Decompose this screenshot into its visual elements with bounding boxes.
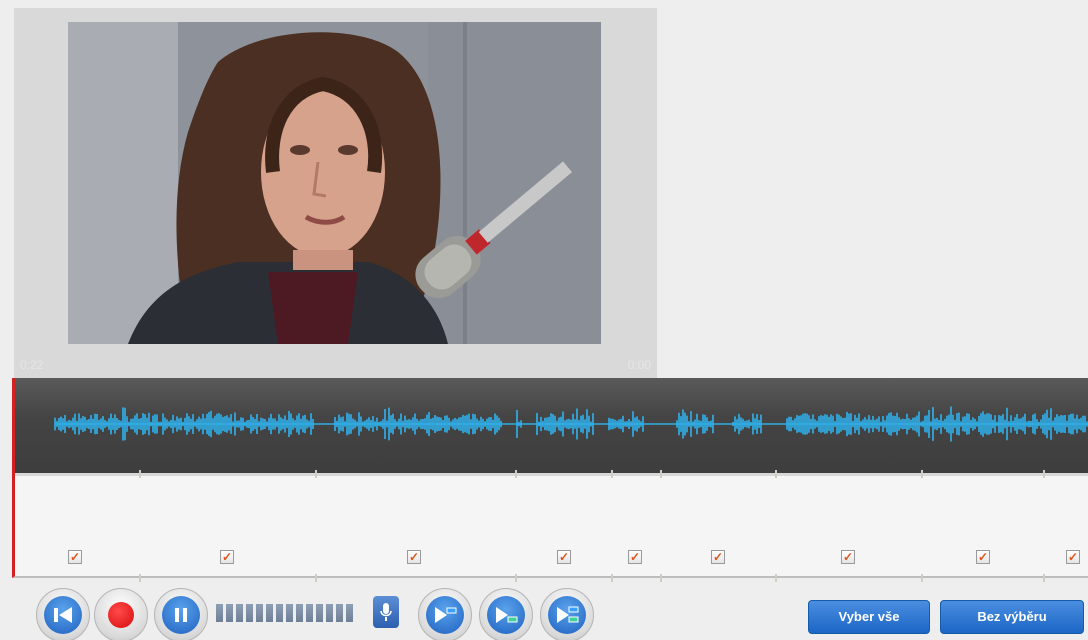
deselect-all-button[interactable]: Bez výběru: [940, 600, 1084, 634]
play-segment-end-button[interactable]: [479, 588, 533, 640]
record-button[interactable]: [94, 588, 148, 640]
segment-boundary[interactable]: [660, 470, 662, 478]
segment-boundary[interactable]: [315, 470, 317, 478]
video-player[interactable]: [68, 22, 601, 344]
segment-checkbox[interactable]: ✓: [68, 550, 82, 564]
play-all-segments-icon: [548, 596, 586, 634]
segment-boundary[interactable]: [611, 470, 613, 478]
segment-boundary[interactable]: [139, 470, 141, 478]
segment-checkbox[interactable]: ✓: [407, 550, 421, 564]
skip-to-start-icon: [44, 596, 82, 634]
audio-level-meter: [216, 604, 353, 622]
segment-boundary[interactable]: [775, 470, 777, 478]
microphone-icon: [380, 603, 392, 621]
audio-waveform[interactable]: [12, 378, 1088, 476]
segment-track[interactable]: ✓ ✓ ✓ ✓ ✓ ✓ ✓ ✓ ✓: [12, 470, 1088, 582]
segment-checkbox[interactable]: ✓: [628, 550, 642, 564]
player-toolbar: Vyber vše Bez výběru: [0, 580, 1088, 640]
pause-button[interactable]: [154, 588, 208, 640]
play-segment-icon: [426, 596, 464, 634]
total-time: 0:00: [627, 358, 651, 372]
segment-boundary[interactable]: [515, 470, 517, 478]
microphone-button[interactable]: [373, 596, 399, 628]
segment-boundary[interactable]: [1043, 470, 1045, 478]
segment-checkbox[interactable]: ✓: [976, 550, 990, 564]
waveform-graph: [54, 406, 1088, 442]
video-panel: 0:22 0:00: [14, 8, 657, 378]
segment-checkbox[interactable]: ✓: [1066, 550, 1080, 564]
segment-boundary[interactable]: [921, 470, 923, 478]
rewind-button[interactable]: [36, 588, 90, 640]
play-segment-button[interactable]: [418, 588, 472, 640]
segment-checkbox[interactable]: ✓: [220, 550, 234, 564]
play-all-segments-button[interactable]: [540, 588, 594, 640]
segment-checkbox[interactable]: ✓: [711, 550, 725, 564]
transcription-app: 0:22 0:00 ✓ ✓ ✓ ✓ ✓ ✓ ✓ ✓ ✓ Vyber vše Be…: [0, 0, 1088, 640]
pause-icon: [162, 596, 200, 634]
segment-checkbox[interactable]: ✓: [841, 550, 855, 564]
play-segment-end-icon: [487, 596, 525, 634]
segment-checkbox[interactable]: ✓: [557, 550, 571, 564]
record-icon: [102, 596, 140, 634]
select-all-button[interactable]: Vyber vše: [808, 600, 930, 634]
video-frame-image: [68, 22, 601, 344]
current-time: 0:22: [20, 358, 44, 372]
